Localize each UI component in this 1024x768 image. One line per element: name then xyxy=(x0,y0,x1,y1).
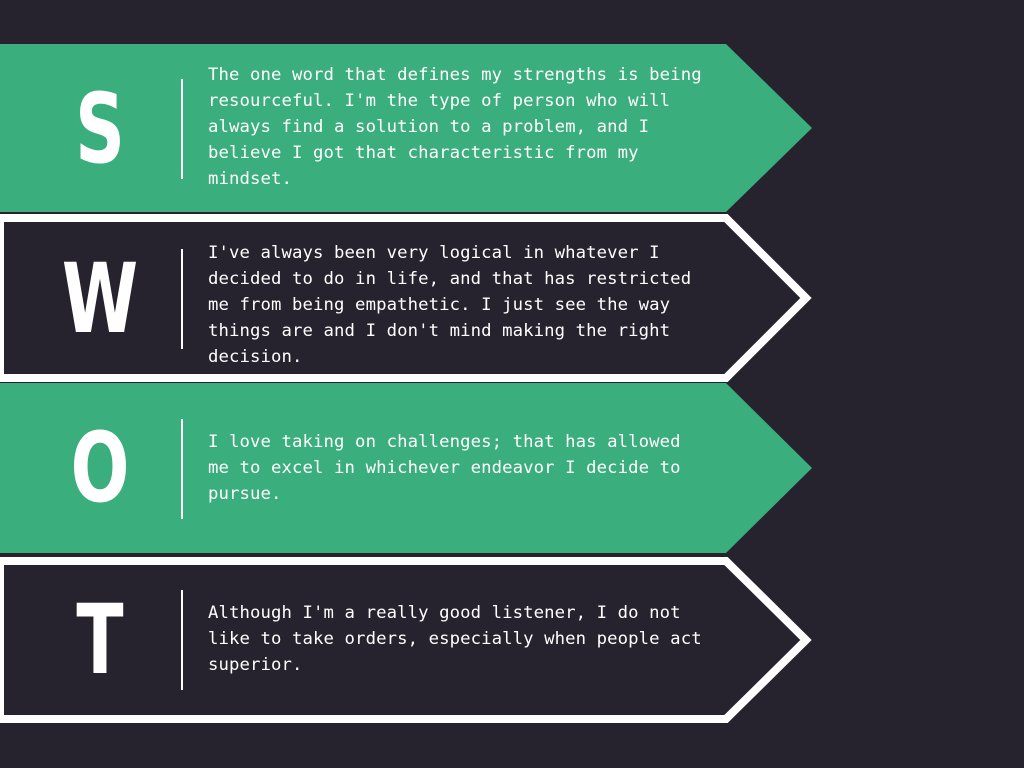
opportunities-letter: O xyxy=(70,412,130,524)
weaknesses-divider xyxy=(181,249,183,349)
strengths-divider xyxy=(181,79,183,179)
weaknesses-description: I've always been very logical in whateve… xyxy=(208,243,692,367)
swot-row-threats: T Although I'm a really good listener, I… xyxy=(0,555,820,725)
strengths-letter: S xyxy=(75,73,125,185)
swot-row-opportunities: O I love taking on challenges; that has … xyxy=(0,383,820,553)
strengths-description: The one word that defines my strengths i… xyxy=(208,65,702,189)
opportunities-divider xyxy=(181,419,183,519)
swot-row-weaknesses: W I've always been very logical in whate… xyxy=(0,214,820,384)
opportunities-description: I love taking on challenges; that has al… xyxy=(208,432,681,504)
weaknesses-letter: W xyxy=(61,243,139,355)
threats-divider xyxy=(181,590,183,690)
threats-description: Although I'm a really good listener, I d… xyxy=(208,603,702,675)
threats-letter: T xyxy=(76,584,124,696)
swot-row-strengths: S The one word that defines my strengths… xyxy=(0,44,820,214)
